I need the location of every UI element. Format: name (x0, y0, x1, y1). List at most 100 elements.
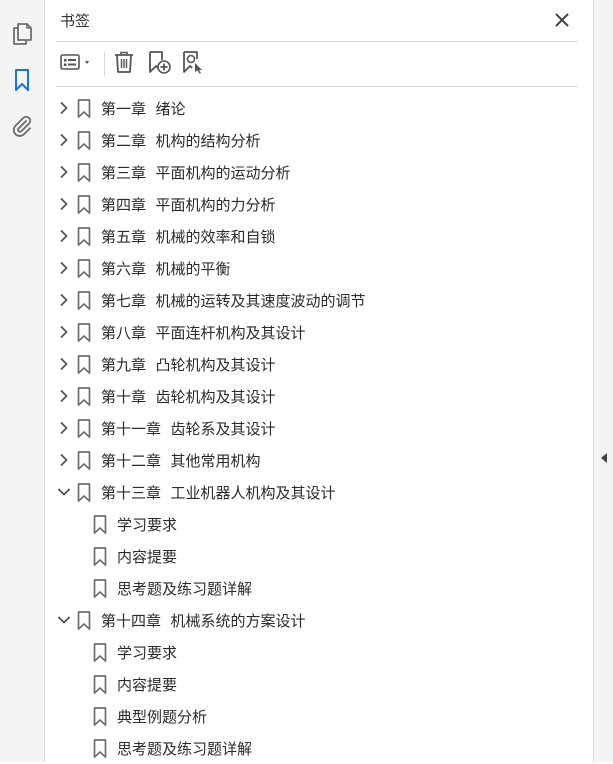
chevron-right-icon[interactable] (56, 324, 72, 340)
bookmark-item-icon (76, 482, 92, 502)
chevron-right-icon[interactable] (56, 164, 72, 180)
bookmark-tree: 第一章 绪论第二章 机构的结构分析第三章 平面机构的运动分析 第四章 平面机构的力… (45, 92, 593, 764)
bookmark-item-icon (76, 386, 92, 406)
bookmark-row[interactable]: 思考题及练习题详解 (45, 572, 593, 604)
bookmark-label: 学习要求 (117, 644, 178, 662)
bookmark-label: 第十四章 机械系统的方案设计 (101, 612, 306, 630)
bookmark-row[interactable]: 第六章 机械的平衡 (45, 252, 593, 284)
new-bookmark-icon (147, 50, 171, 78)
bookmark-item-icon (76, 418, 92, 438)
bookmark-item-icon (92, 546, 108, 566)
bookmark-item-icon (76, 450, 92, 470)
bookmark-label: 第六章 机械的平衡 (101, 260, 231, 278)
bookmark-row[interactable]: 第十四章 机械系统的方案设计 (45, 604, 593, 636)
chevron-right-icon[interactable] (56, 292, 72, 308)
bookmark-item-icon (92, 642, 108, 662)
bookmark-label: 第二章 机构的结构分析 (101, 132, 261, 150)
bookmark-row[interactable]: 思考题及练习题详解 (45, 732, 593, 764)
bookmark-label: 内容提要 (117, 548, 178, 566)
bookmark-item-icon (92, 738, 108, 758)
bookmark-row[interactable]: 学习要求 (45, 508, 593, 540)
bookmark-label: 第十三章 工业机器人机构及其设计 (101, 484, 336, 502)
bookmark-row[interactable]: 第一章 绪论 (45, 92, 593, 124)
bookmark-item-icon (76, 130, 92, 150)
chevron-right-icon[interactable] (56, 452, 72, 468)
chevron-right-icon[interactable] (56, 420, 72, 436)
close-icon[interactable] (551, 9, 573, 31)
bookmark-item-icon (76, 98, 92, 118)
bookmark-label: 第十二章 其他常用机构 (101, 452, 261, 470)
bookmark-row[interactable]: 第八章 平面连杆机构及其设计 (45, 316, 593, 348)
bookmark-item-icon (76, 226, 92, 246)
panel-title: 书签 (60, 12, 91, 30)
delete-icon (114, 51, 134, 77)
chevron-down-icon[interactable] (56, 484, 72, 500)
panel-header: 书签 (45, 0, 593, 40)
bookmark-row[interactable]: 第三章 平面机构的运动分析 (45, 156, 593, 188)
delete-bookmark-button[interactable] (111, 50, 137, 78)
pages-icon[interactable] (10, 22, 34, 46)
bookmark-item-icon (92, 706, 108, 726)
bookmark-row[interactable]: 第十一章 齿轮系及其设计 (45, 412, 593, 444)
new-bookmark-button[interactable] (145, 50, 173, 78)
bookmark-item-icon (76, 290, 92, 310)
bookmarks-toolbar (57, 46, 577, 82)
left-navigation-rail (0, 0, 45, 762)
bookmark-label: 第一章 绪论 (101, 100, 186, 118)
toolbar-divider (57, 86, 577, 87)
bookmark-row[interactable]: 典型例题分析 (45, 700, 593, 732)
chevron-right-icon[interactable] (56, 132, 72, 148)
bookmark-label: 内容提要 (117, 676, 178, 694)
bookmark-row[interactable]: 第五章 机械的效率和自锁 (45, 220, 593, 252)
bookmark-item-icon (76, 194, 92, 214)
bookmark-label: 第十章 齿轮机构及其设计 (101, 388, 276, 406)
options-menu-icon (60, 53, 94, 75)
bookmark-row[interactable]: 第十章 齿轮机构及其设计 (45, 380, 593, 412)
bookmark-label: 学习要求 (117, 516, 178, 534)
bookmark-label: 第四章 平面机构的力分析 (101, 196, 276, 214)
bookmark-row[interactable]: 第七章 机械的运转及其速度波动的调节 (45, 284, 593, 316)
bookmark-label: 第三章 平面机构的运动分析 (101, 164, 291, 182)
chevron-right-icon[interactable] (56, 100, 72, 116)
bookmark-label: 第八章 平面连杆机构及其设计 (101, 324, 306, 342)
bookmark-item-icon (76, 258, 92, 278)
bookmark-item-icon (92, 514, 108, 534)
bookmark-item-icon (76, 162, 92, 182)
right-rail (593, 0, 613, 762)
bookmark-row[interactable]: 学习要求 (45, 636, 593, 668)
bookmark-label: 第九章 凸轮机构及其设计 (101, 356, 276, 374)
options-menu-button[interactable] (59, 50, 95, 78)
chevron-down-icon[interactable] (56, 612, 72, 628)
attachment-icon[interactable] (10, 114, 34, 138)
chevron-right-icon[interactable] (56, 196, 72, 212)
bookmark-label: 思考题及练习题详解 (117, 580, 253, 598)
bookmark-row[interactable]: 第十三章 工业机器人机构及其设计 (45, 476, 593, 508)
find-bookmark-button[interactable] (179, 50, 207, 78)
bookmark-label: 第七章 机械的运转及其速度波动的调节 (101, 292, 366, 310)
bookmark-item-icon (92, 674, 108, 694)
bookmark-row[interactable]: 第二章 机构的结构分析 (45, 124, 593, 156)
bookmark-row[interactable]: 第九章 凸轮机构及其设计 (45, 348, 593, 380)
chevron-right-icon[interactable] (56, 228, 72, 244)
bookmark-row[interactable]: 内容提要 (45, 540, 593, 572)
bookmark-icon[interactable] (10, 68, 34, 92)
bookmark-label: 第五章 机械的效率和自锁 (101, 228, 276, 246)
bookmarks-panel: 书签 第一章 绪论 第二章 机构的结构分析 第三章 平面机构的运动分析 第四章 … (45, 0, 593, 762)
caret-left-icon (600, 449, 608, 468)
bookmark-label: 第十一章 齿轮系及其设计 (101, 420, 276, 438)
bookmark-label: 典型例题分析 (117, 708, 208, 726)
header-divider (57, 41, 577, 42)
chevron-right-icon[interactable] (56, 260, 72, 276)
chevron-right-icon[interactable] (56, 388, 72, 404)
bookmark-item-icon (76, 610, 92, 630)
bookmark-item-icon (76, 322, 92, 342)
find-bookmark-icon (181, 50, 205, 78)
collapse-panel-button[interactable] (598, 448, 610, 468)
bookmark-row[interactable]: 第十二章 其他常用机构 (45, 444, 593, 476)
bookmark-item-icon (76, 354, 92, 374)
chevron-right-icon[interactable] (56, 356, 72, 372)
bookmark-row[interactable]: 内容提要 (45, 668, 593, 700)
bookmark-row[interactable]: 第四章 平面机构的力分析 (45, 188, 593, 220)
bookmark-label: 思考题及练习题详解 (117, 740, 253, 758)
bookmark-item-icon (92, 578, 108, 598)
